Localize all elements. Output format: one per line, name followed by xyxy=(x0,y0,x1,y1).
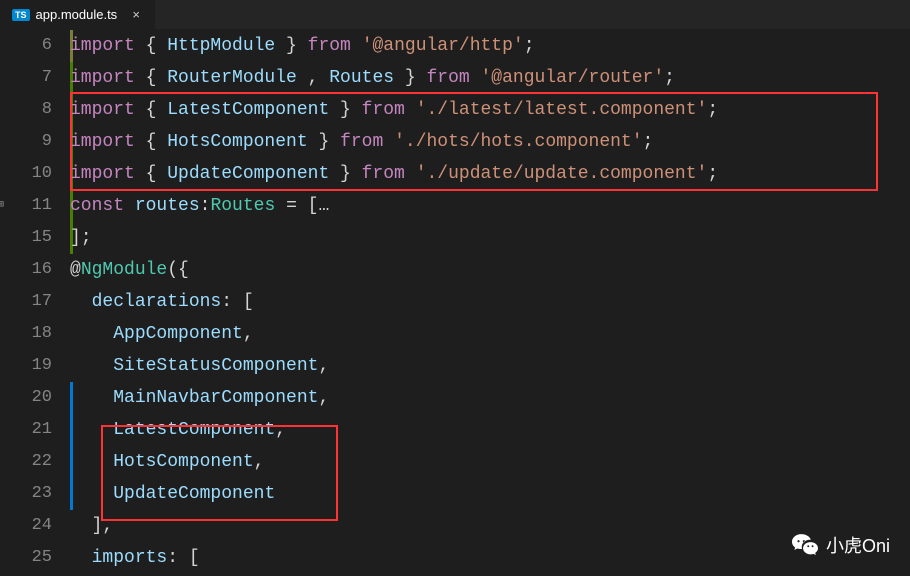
code-line[interactable]: import { LatestComponent } from './lates… xyxy=(70,94,910,126)
line-number: 18 xyxy=(0,318,52,350)
code-line[interactable]: LatestComponent, xyxy=(70,414,910,446)
line-number-gutter: 67891011⊞1516171819202122232425 xyxy=(0,30,70,576)
line-number: 15 xyxy=(0,222,52,254)
line-number: 6 xyxy=(0,30,52,62)
line-number: 10 xyxy=(0,158,52,190)
line-number: 9 xyxy=(0,126,52,158)
line-number: 23 xyxy=(0,478,52,510)
line-number: 25 xyxy=(0,542,52,574)
code-line[interactable]: SiteStatusComponent, xyxy=(70,350,910,382)
code-line[interactable]: imports: [ xyxy=(70,542,910,574)
typescript-file-icon: TS xyxy=(12,9,30,21)
line-number: 17 xyxy=(0,286,52,318)
code-line[interactable]: HotsComponent, xyxy=(70,446,910,478)
code-line[interactable]: const routes:Routes = [… xyxy=(70,190,910,222)
code-line[interactable]: declarations: [ xyxy=(70,286,910,318)
code-line[interactable]: MainNavbarComponent, xyxy=(70,382,910,414)
line-number: 21 xyxy=(0,414,52,446)
line-number: 19 xyxy=(0,350,52,382)
code-line[interactable]: import { UpdateComponent } from './updat… xyxy=(70,158,910,190)
tab-active[interactable]: TS app.module.ts × xyxy=(0,0,156,29)
line-number: 22 xyxy=(0,446,52,478)
code-line[interactable]: import { HttpModule } from '@angular/htt… xyxy=(70,30,910,62)
code-line[interactable]: import { HotsComponent } from './hots/ho… xyxy=(70,126,910,158)
line-number: 16 xyxy=(0,254,52,286)
watermark-text: 小虎Oni xyxy=(826,532,890,558)
code-line[interactable]: AppComponent, xyxy=(70,318,910,350)
tab-bar: TS app.module.ts × xyxy=(0,0,910,30)
close-icon[interactable]: × xyxy=(129,8,143,22)
line-number: 11⊞ xyxy=(0,190,52,222)
fold-icon[interactable]: ⊞ xyxy=(0,190,4,222)
code-content[interactable]: import { HttpModule } from '@angular/htt… xyxy=(70,30,910,576)
line-number: 8 xyxy=(0,94,52,126)
line-number: 24 xyxy=(0,510,52,542)
code-line[interactable]: ]; xyxy=(70,222,910,254)
code-line[interactable]: ], xyxy=(70,510,910,542)
tab-filename: app.module.ts xyxy=(36,7,118,22)
line-number: 7 xyxy=(0,62,52,94)
code-line[interactable]: @NgModule({ xyxy=(70,254,910,286)
code-line[interactable]: UpdateComponent xyxy=(70,478,910,510)
line-number: 20 xyxy=(0,382,52,414)
wechat-icon xyxy=(792,534,818,556)
code-editor[interactable]: 67891011⊞1516171819202122232425 import {… xyxy=(0,30,910,576)
code-line[interactable]: import { RouterModule , Routes } from '@… xyxy=(70,62,910,94)
watermark: 小虎Oni xyxy=(792,532,890,558)
